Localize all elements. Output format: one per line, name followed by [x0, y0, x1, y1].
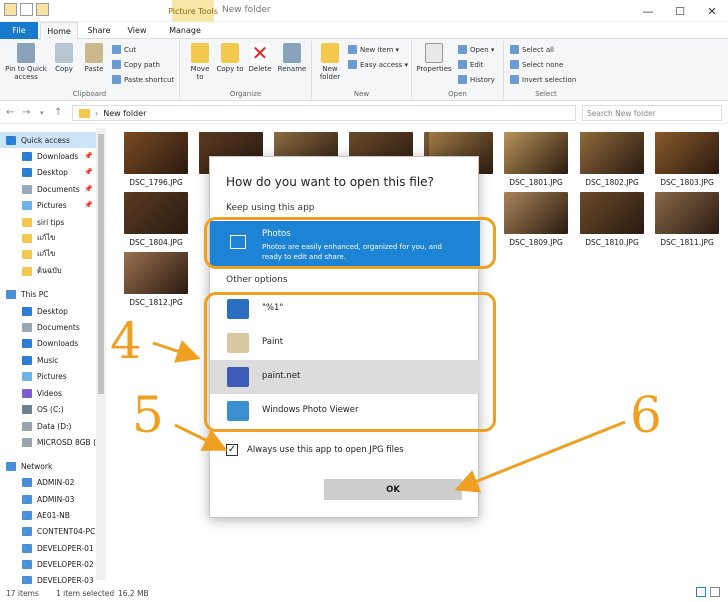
step-6-label: 6 [630, 386, 662, 444]
explorer-window: Picture Tools New folder — ☐ ✕ File Home… [0, 0, 728, 602]
arrow-5 [174, 423, 228, 451]
arrow-6 [454, 420, 626, 493]
step-5-label: 5 [132, 386, 164, 444]
step-4-label: 4 [110, 312, 142, 370]
arrow-4 [152, 339, 201, 363]
annotation-arrows [152, 339, 626, 493]
